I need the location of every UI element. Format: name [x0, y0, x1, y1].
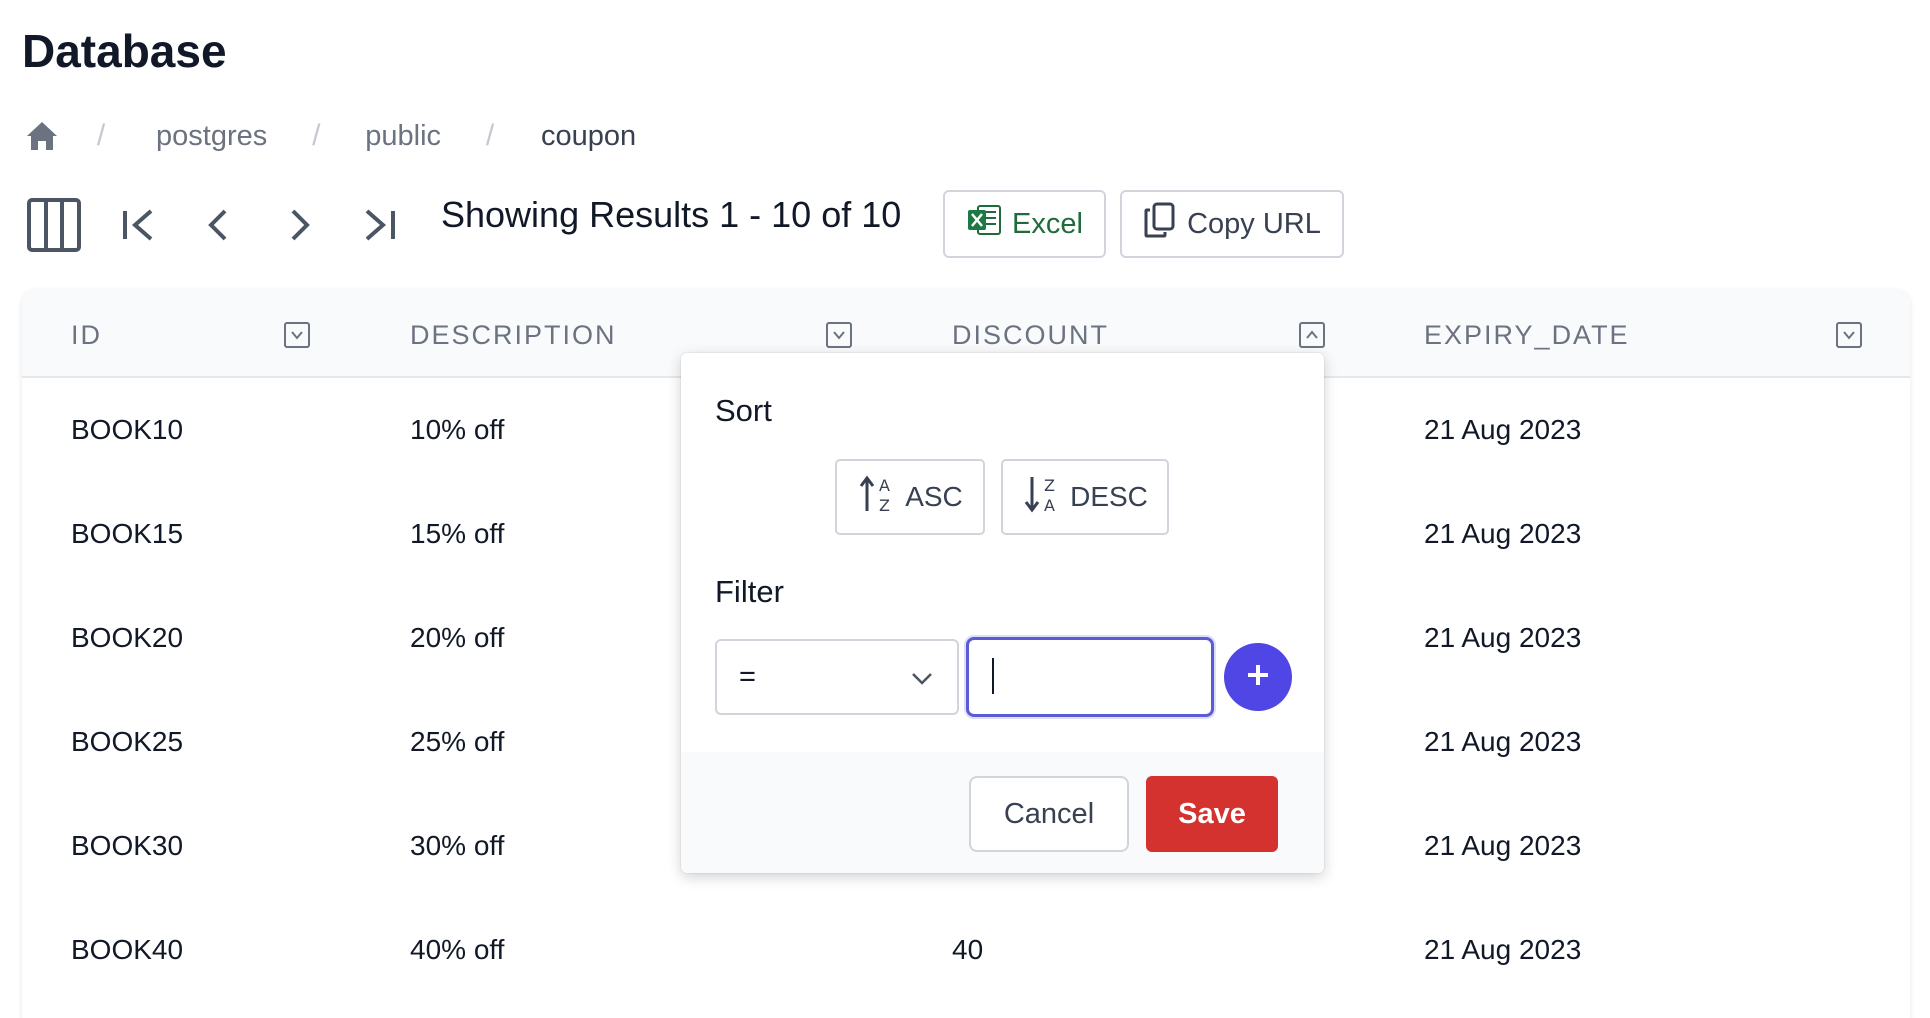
results-count: Showing Results 1 - 10 of 10: [441, 194, 902, 235]
svg-text:A: A: [879, 476, 890, 495]
copy-url-label: Copy URL: [1187, 207, 1321, 240]
cell-description: 40% off: [410, 934, 505, 965]
cell-description: 25% off: [410, 726, 505, 757]
breadcrumb-item-public[interactable]: public: [365, 120, 441, 153]
svg-text:Z: Z: [1044, 476, 1055, 495]
filter-heading: Filter: [715, 574, 784, 609]
sort-asc-label: ASC: [905, 481, 963, 512]
column-header-id: ID: [71, 320, 102, 350]
cell-id: BOOK10: [71, 414, 184, 445]
chevron-up-icon[interactable]: [1299, 322, 1325, 348]
cell-description: 10% off: [410, 414, 505, 445]
cell-expiry-date: 21 Aug 2023: [1424, 518, 1582, 549]
chevron-down-icon[interactable]: [1836, 322, 1862, 348]
sort-desc-button[interactable]: Z A DESC: [1001, 459, 1169, 535]
cell-description: 30% off: [410, 830, 505, 861]
breadcrumb-separator: /: [485, 119, 495, 152]
chevron-down-icon[interactable]: [826, 322, 852, 348]
column-header-discount: DISCOUNT: [952, 320, 1109, 350]
copy-url-button[interactable]: Copy URL: [1120, 190, 1344, 258]
columns-icon[interactable]: [24, 195, 84, 255]
breadcrumb-item-postgres[interactable]: postgres: [156, 120, 267, 153]
cell-id: BOOK25: [71, 726, 184, 757]
column-header-description: DESCRIPTION: [410, 320, 617, 350]
cell-expiry-date: 21 Aug 2023: [1424, 934, 1582, 965]
sort-ascending-icon: A Z: [857, 473, 897, 522]
cell-id: BOOK30: [71, 830, 184, 861]
svg-text:Z: Z: [879, 496, 890, 515]
sort-asc-button[interactable]: A Z ASC: [835, 459, 985, 535]
sort-descending-icon: Z A: [1022, 473, 1062, 522]
cell-expiry-date: 21 Aug 2023: [1424, 726, 1582, 757]
cell-description: 20% off: [410, 622, 505, 653]
cell-expiry-date: 21 Aug 2023: [1424, 830, 1582, 861]
svg-text:A: A: [1044, 496, 1055, 515]
last-page-icon[interactable]: [354, 200, 404, 250]
table-row[interactable]: BOOK40 40% off 40 21 Aug 2023: [22, 898, 1910, 1002]
database-page: Database / postgres / public / coupon Sh…: [0, 0, 1930, 1018]
excel-export-button[interactable]: Excel: [943, 190, 1106, 258]
breadcrumb-separator: /: [312, 119, 321, 152]
breadcrumb-separator: /: [96, 119, 106, 152]
prev-page-icon[interactable]: [194, 200, 244, 250]
cell-id: BOOK40: [71, 934, 184, 965]
cell-id: BOOK15: [71, 518, 184, 549]
next-page-icon[interactable]: [274, 200, 324, 250]
add-filter-button[interactable]: [1224, 643, 1292, 711]
filter-operator-value: =: [739, 660, 756, 693]
cell-expiry-date: 21 Aug 2023: [1424, 414, 1582, 445]
chevron-down-icon[interactable]: [284, 322, 310, 348]
copy-icon: [1143, 201, 1177, 247]
sort-desc-label: DESC: [1070, 481, 1148, 512]
filter-value-input[interactable]: [966, 637, 1214, 717]
chevron-down-icon: [911, 661, 933, 694]
breadcrumb: / postgres / public / coupon: [22, 114, 636, 158]
excel-icon: [966, 202, 1002, 246]
plus-icon: [1243, 660, 1273, 695]
cell-id: BOOK20: [71, 622, 184, 653]
text-caret: [992, 658, 994, 694]
pagination-toolbar: [24, 190, 404, 260]
column-header-expiry-date: EXPIRY_DATE: [1424, 320, 1630, 350]
cell-discount: 40: [952, 934, 984, 965]
cell-description: 15% off: [410, 518, 505, 549]
page-title: Database: [22, 25, 227, 77]
popover-footer: Cancel Save: [681, 752, 1324, 873]
save-button[interactable]: Save: [1146, 776, 1278, 852]
column-options-popover: Sort A Z ASC Z A DESC Filter = Cancel Sa…: [681, 353, 1324, 873]
home-icon[interactable]: [22, 116, 62, 156]
cell-expiry-date: 21 Aug 2023: [1424, 622, 1582, 653]
cancel-button[interactable]: Cancel: [969, 776, 1129, 852]
sort-heading: Sort: [715, 393, 772, 428]
excel-label: Excel: [1012, 207, 1083, 240]
filter-operator-select[interactable]: =: [715, 639, 959, 715]
first-page-icon[interactable]: [114, 200, 164, 250]
breadcrumb-item-coupon: coupon: [541, 119, 637, 152]
